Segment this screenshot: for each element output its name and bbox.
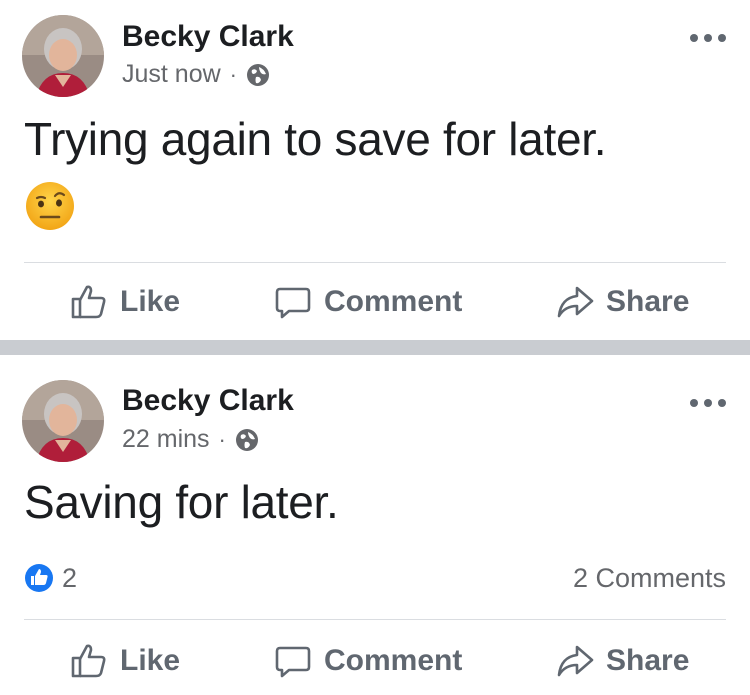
thumbs-up-icon: [71, 644, 106, 678]
raised-eyebrow-emoji-icon: [26, 182, 74, 230]
share-button[interactable]: Share: [556, 642, 689, 680]
globe-icon: [247, 63, 269, 86]
globe-icon: [235, 428, 258, 451]
more-options-icon[interactable]: [690, 393, 726, 413]
comment-label: Comment: [324, 285, 463, 318]
like-count[interactable]: 2: [24, 563, 77, 594]
like-button[interactable]: Like: [70, 283, 180, 321]
post-text: Saving for later.: [24, 476, 339, 528]
comment-button[interactable]: Comment: [274, 642, 462, 680]
post-timestamp[interactable]: 22 mins: [122, 425, 210, 454]
post-card: Becky Clark 22 mins · Saving for later. …: [0, 355, 750, 695]
like-label: Like: [120, 285, 181, 318]
thumbs-up-icon: [71, 285, 106, 319]
like-label: Like: [120, 644, 181, 677]
share-arrow-icon: [557, 286, 594, 318]
action-bar: Like Comment Share: [0, 631, 750, 691]
comment-bubble-icon: [275, 287, 311, 319]
meta-separator: ·: [218, 426, 226, 452]
comment-button[interactable]: Comment: [274, 283, 462, 321]
like-button[interactable]: Like: [70, 642, 180, 680]
feed-separator: [0, 340, 750, 355]
post-text: Trying again to save for later.: [24, 113, 607, 165]
share-button[interactable]: Share: [556, 283, 689, 321]
like-reaction-icon: [25, 564, 53, 592]
comment-label: Comment: [324, 644, 463, 677]
post-meta: 22 mins ·: [122, 425, 259, 454]
author-name[interactable]: Becky Clark: [122, 20, 294, 54]
reactions-summary: 2 2 Comments: [24, 560, 726, 596]
post-card: Becky Clark Just now · Trying again to s…: [0, 0, 750, 340]
share-label: Share: [606, 644, 690, 677]
action-divider: [24, 619, 726, 620]
avatar[interactable]: [22, 380, 104, 462]
like-count-value: 2: [62, 562, 78, 593]
post-meta: Just now ·: [122, 60, 270, 89]
post-timestamp[interactable]: Just now: [122, 60, 221, 89]
share-arrow-icon: [557, 645, 594, 677]
more-options-icon[interactable]: [690, 28, 726, 48]
author-name[interactable]: Becky Clark: [122, 384, 294, 418]
comment-bubble-icon: [275, 646, 311, 678]
avatar[interactable]: [22, 15, 104, 97]
action-bar: Like Comment Share: [0, 272, 750, 332]
share-label: Share: [606, 285, 690, 318]
action-divider: [24, 262, 726, 263]
meta-separator: ·: [229, 61, 237, 87]
comments-count[interactable]: 2 Comments: [573, 563, 726, 594]
